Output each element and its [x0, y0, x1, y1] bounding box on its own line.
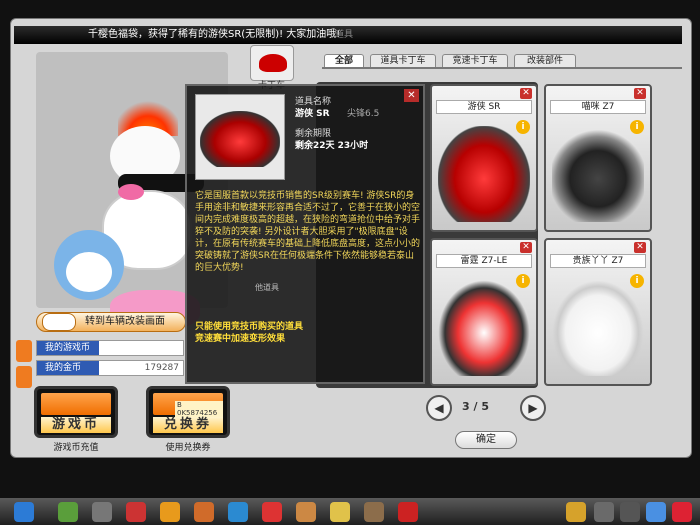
power-icon[interactable]: [672, 502, 692, 522]
kart-card-name: 贵族丫丫 Z7: [550, 254, 646, 268]
close-icon[interactable]: ✕: [520, 88, 532, 99]
kart-image: [552, 280, 644, 376]
gold-coin-label: 我的金币: [37, 361, 99, 375]
kart-card-youxia-sr[interactable]: ✕ 游侠 SR i: [430, 84, 538, 232]
items-icon[interactable]: [194, 502, 214, 522]
clipboard-icon[interactable]: [566, 502, 586, 522]
side-tab-upper[interactable]: [16, 340, 32, 362]
shop-cart-icon[interactable]: [92, 502, 112, 522]
search-icon[interactable]: [646, 502, 666, 522]
tab-mod-parts[interactable]: 改装部件: [514, 54, 576, 67]
confirm-button[interactable]: 确定: [455, 431, 517, 449]
kart-image: [552, 126, 644, 222]
kart-image: [200, 111, 280, 167]
game-coin-row: 我的游戏币: [36, 340, 184, 356]
kart-icon: [259, 54, 287, 72]
tooltip-remaining-value: 剩余22天 23小时: [295, 141, 369, 151]
back-icon[interactable]: [58, 502, 78, 522]
tab-divider: [322, 67, 682, 69]
tooltip-note-line2: 竞速赛中加速变形效果: [195, 334, 286, 344]
prev-page-button[interactable]: ◀: [426, 395, 452, 421]
book-icon[interactable]: [364, 502, 384, 522]
tooltip-note-line1: 只能使用竞技币购买的道具: [195, 322, 304, 332]
coupon-icon: B 0K5874256: [153, 393, 223, 417]
close-icon[interactable]: ✕: [520, 242, 532, 253]
page-indicator: 3 / 5: [462, 400, 489, 413]
kart-card-name: 喵咪 Z7: [550, 100, 646, 114]
record-icon[interactable]: [398, 502, 418, 522]
tab-item-karts-label: 道具卡丁车: [380, 56, 426, 66]
gold-coin-row: 我的金币 179287: [36, 360, 184, 376]
kart-card-miaomi-z7[interactable]: ✕ 喵咪 Z7 i: [544, 84, 652, 232]
redeem-coupon-button[interactable]: B 0K5874256 兑换券: [146, 386, 230, 438]
kart-card-name: 雷霆 Z7-LE: [436, 254, 532, 268]
game-coin-button-caption: 游戏币充值: [53, 443, 99, 453]
start-icon[interactable]: [14, 502, 34, 522]
arrow-icon: [41, 393, 111, 415]
tooltip-name-value: 游侠 SR: [295, 109, 330, 119]
kart-image: [438, 280, 530, 376]
gold-coin-value: 179287: [144, 363, 179, 373]
kart-image: [438, 126, 530, 222]
side-tab-lower[interactable]: [16, 366, 32, 388]
heart-icon[interactable]: [262, 502, 282, 522]
tools-icon[interactable]: [296, 502, 316, 522]
kitty-bow: [118, 184, 144, 200]
hand-pointer-icon: [42, 313, 76, 331]
notice-text: 千樱色福袋，获得了稀有的游侠SR(无限制)! 大家加油哦!: [88, 29, 341, 40]
kart-badge-button[interactable]: [250, 45, 294, 81]
tab-all-label: 全部: [334, 56, 353, 66]
change-kart-view-label: 转到车辆改装画面: [85, 316, 165, 327]
close-icon[interactable]: ✕: [404, 89, 419, 102]
tooltip-grade: 尖锋6.5: [347, 109, 380, 119]
tab-mod-parts-label: 改装部件: [526, 56, 563, 66]
kart-icon[interactable]: [160, 502, 180, 522]
close-icon[interactable]: ✕: [634, 88, 646, 99]
pet-icon[interactable]: [228, 502, 248, 522]
inventory-icon[interactable]: [330, 502, 350, 522]
close-icon[interactable]: ✕: [634, 242, 646, 253]
game-coin-button-text: 游戏币: [41, 417, 111, 433]
kart-card-name: 游侠 SR: [436, 100, 532, 114]
game-coin-label: 我的游戏币: [37, 341, 99, 355]
settings-icon[interactable]: [594, 502, 614, 522]
coupon-button-text: 兑换券: [153, 417, 223, 433]
game-coin-recharge-button[interactable]: 游戏币: [34, 386, 118, 438]
tab-race-karts-label: 竞速卡丁车: [452, 56, 498, 66]
tab-item-karts[interactable]: 道具卡丁车: [370, 54, 436, 67]
window-title: 道具: [335, 30, 354, 40]
tooltip-kart-image: [195, 94, 285, 180]
kart-card-guizu-yaya-z7[interactable]: ✕ 贵族丫丫 Z7 i: [544, 238, 652, 386]
tab-all[interactable]: 全部: [324, 54, 364, 67]
coupon-code: B 0K5874256: [175, 401, 223, 417]
character-icon[interactable]: [126, 502, 146, 522]
next-page-button[interactable]: ▶: [520, 395, 546, 421]
item-detail-tooltip: ✕ 道具名称 游侠 SR 尖锋6.5 剩余期限 剩余22天 23小时 它是国服首…: [185, 84, 425, 384]
gear-icon[interactable]: [620, 502, 640, 522]
kart-card-leiting-z7le[interactable]: ✕ 雷霆 Z7-LE i: [430, 238, 538, 386]
tooltip-description: 它是国服首款以竞技币销售的SR级别赛车! 游侠SR的身手用途非和敏捷来形容再合适…: [195, 191, 421, 273]
coupon-button-caption: 使用兑换券: [165, 443, 211, 453]
tooltip-side-label: 他道具: [255, 283, 279, 292]
tooltip-note: 只能使用竞技币购买的道具 竞速赛中加速变形效果: [195, 321, 421, 345]
tab-race-karts[interactable]: 竞速卡丁车: [442, 54, 508, 67]
penguin-face: [66, 252, 112, 292]
